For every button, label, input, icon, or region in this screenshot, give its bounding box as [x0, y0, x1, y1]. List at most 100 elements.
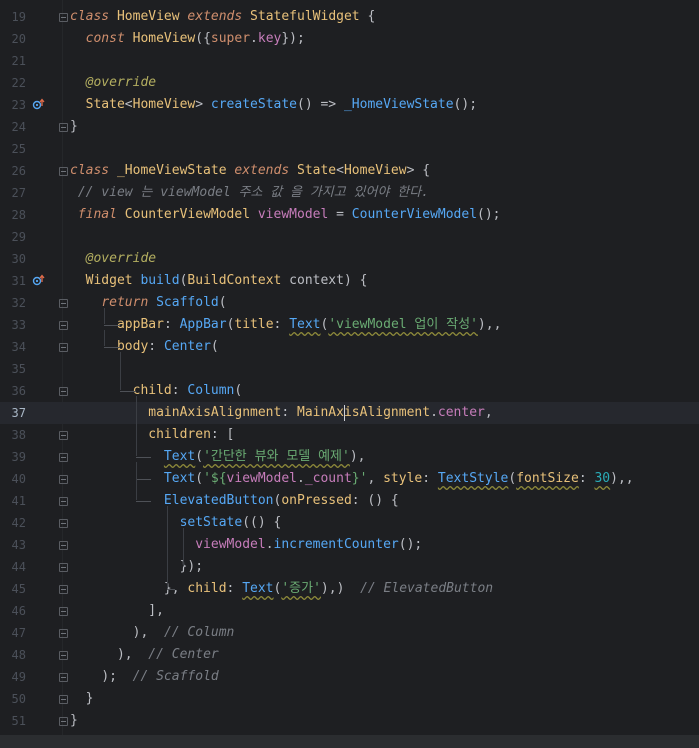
fold-marker-icon[interactable]	[59, 695, 68, 704]
line-number[interactable]: 51	[0, 710, 26, 732]
code-line[interactable]: 40 Text('${viewModel._count}', style: Te…	[0, 468, 699, 490]
line-number[interactable]: 44	[0, 556, 26, 578]
code-line[interactable]: 48 ), // Center	[0, 644, 699, 666]
code-text[interactable]: body: Center(	[70, 336, 219, 358]
code-text[interactable]: ), // Column	[70, 622, 235, 644]
line-number[interactable]: 24	[0, 116, 26, 138]
fold-marker-icon[interactable]	[59, 299, 68, 308]
code-text[interactable]: ), // Center	[70, 644, 219, 666]
code-line[interactable]: 50 }	[0, 688, 699, 710]
line-number[interactable]: 34	[0, 336, 26, 358]
code-text[interactable]: ); // Scaffold	[70, 666, 218, 688]
line-number[interactable]: 20	[0, 28, 26, 50]
code-text[interactable]: class HomeView extends StatefulWidget {	[70, 6, 375, 28]
code-line[interactable]: 28 final CounterViewModel viewModel = Co…	[0, 204, 699, 226]
line-number[interactable]: 30	[0, 248, 26, 270]
line-number[interactable]: 36	[0, 380, 26, 402]
line-number[interactable]: 46	[0, 600, 26, 622]
code-text[interactable]: appBar: AppBar(title: Text('viewModel 업이…	[70, 314, 501, 336]
code-editor[interactable]: 19 class HomeView extends StatefulWidget …	[0, 0, 699, 748]
line-number[interactable]: 38	[0, 424, 26, 446]
code-line[interactable]: 39 Text('간단한 뷰와 모델 예제'),	[0, 446, 699, 468]
code-line[interactable]: 36 child: Column(	[0, 380, 699, 402]
fold-marker-icon[interactable]	[59, 167, 68, 176]
line-number[interactable]: 37	[0, 402, 26, 424]
code-line[interactable]: 42 setState(() {	[0, 512, 699, 534]
code-line[interactable]: 43 viewModel.incrementCounter();	[0, 534, 699, 556]
code-line[interactable]: 31 Widget build(BuildContext context) {	[0, 270, 699, 292]
code-line[interactable]: 47 ), // Column	[0, 622, 699, 644]
code-text[interactable]: }	[70, 688, 94, 710]
code-text[interactable]: ElevatedButton(onPressed: () {	[70, 490, 399, 512]
code-text[interactable]: @override	[70, 72, 156, 94]
fold-marker-icon[interactable]	[59, 387, 68, 396]
fold-marker-icon[interactable]	[59, 673, 68, 682]
code-line[interactable]: 20 const HomeView({super.key});	[0, 28, 699, 50]
code-line[interactable]: 45 }, child: Text('증가'),) // ElevatedBut…	[0, 578, 699, 600]
line-number[interactable]: 50	[0, 688, 26, 710]
line-number[interactable]: 29	[0, 226, 26, 248]
code-text[interactable]: }, child: Text('증가'),) // ElevatedButton	[70, 578, 493, 600]
line-number[interactable]: 33	[0, 314, 26, 336]
code-line[interactable]: 41 ElevatedButton(onPressed: () {	[0, 490, 699, 512]
line-number[interactable]: 25	[0, 138, 26, 160]
fold-marker-icon[interactable]	[59, 717, 68, 726]
code-text[interactable]: Text('간단한 뷰와 모델 예제'),	[70, 446, 366, 468]
code-line[interactable]: 24}	[0, 116, 699, 138]
code-text[interactable]: State<HomeView> createState() => _HomeVi…	[70, 94, 477, 116]
fold-marker-icon[interactable]	[59, 541, 68, 550]
line-number[interactable]: 48	[0, 644, 26, 666]
line-number[interactable]: 42	[0, 512, 26, 534]
code-text[interactable]: // view 는 viewModel 주소 값 을 가지고 있어야 한다.	[70, 182, 429, 204]
code-line[interactable]: 51}	[0, 710, 699, 732]
line-number[interactable]: 28	[0, 204, 26, 226]
fold-marker-icon[interactable]	[59, 475, 68, 484]
fold-marker-icon[interactable]	[59, 497, 68, 506]
fold-marker-icon[interactable]	[59, 585, 68, 594]
line-number[interactable]: 32	[0, 292, 26, 314]
code-text[interactable]: Widget build(BuildContext context) {	[70, 270, 368, 292]
code-text[interactable]: setState(() {	[70, 512, 282, 534]
line-number[interactable]: 49	[0, 666, 26, 688]
line-number[interactable]: 47	[0, 622, 26, 644]
line-number[interactable]: 31	[0, 270, 26, 292]
line-number[interactable]: 23	[0, 94, 26, 116]
code-line[interactable]: 23 State<HomeView> createState() => _Hom…	[0, 94, 699, 116]
line-number[interactable]: 19	[0, 6, 26, 28]
line-number[interactable]: 26	[0, 160, 26, 182]
line-number[interactable]: 45	[0, 578, 26, 600]
code-line[interactable]: 37 mainAxisAlignment: MainAxisAlignment.…	[0, 402, 699, 424]
line-number[interactable]: 27	[0, 182, 26, 204]
fold-marker-icon[interactable]	[59, 651, 68, 660]
fold-marker-icon[interactable]	[59, 431, 68, 440]
code-text[interactable]: Text('${viewModel._count}', style: TextS…	[70, 468, 634, 490]
code-line[interactable]: 21	[0, 50, 699, 72]
code-text[interactable]: child: Column(	[70, 380, 243, 402]
code-line[interactable]: 26 class _HomeViewState extends State<Hom…	[0, 160, 699, 182]
fold-marker-icon[interactable]	[59, 607, 68, 616]
code-line[interactable]: 46 ],	[0, 600, 699, 622]
code-line[interactable]: 38 children: [	[0, 424, 699, 446]
code-text[interactable]: children: [	[70, 424, 234, 446]
code-line[interactable]: 27 // view 는 viewModel 주소 값 을 가지고 있어야 한다…	[0, 182, 699, 204]
line-number[interactable]: 35	[0, 358, 26, 380]
line-number[interactable]: 22	[0, 72, 26, 94]
code-text[interactable]: const HomeView({super.key});	[70, 28, 305, 50]
code-line[interactable]: 35	[0, 358, 699, 380]
code-line[interactable]: 22 @override	[0, 72, 699, 94]
code-line[interactable]: 19 class HomeView extends StatefulWidget …	[0, 6, 699, 28]
fold-marker-icon[interactable]	[59, 519, 68, 528]
line-number[interactable]: 39	[0, 446, 26, 468]
code-text[interactable]: }	[70, 116, 78, 138]
code-line[interactable]: 49 ); // Scaffold	[0, 666, 699, 688]
code-line[interactable]: 29	[0, 226, 699, 248]
line-number[interactable]: 40	[0, 468, 26, 490]
code-line[interactable]: 44 });	[0, 556, 699, 578]
code-text[interactable]: ],	[70, 600, 164, 622]
fold-marker-icon[interactable]	[59, 343, 68, 352]
code-area[interactable]: 19 class HomeView extends StatefulWidget …	[0, 0, 699, 735]
fold-marker-icon[interactable]	[59, 453, 68, 462]
code-line[interactable]: 25	[0, 138, 699, 160]
fold-marker-icon[interactable]	[59, 563, 68, 572]
code-text[interactable]: mainAxisAlignment: MainAxisAlignment.cen…	[70, 402, 492, 424]
